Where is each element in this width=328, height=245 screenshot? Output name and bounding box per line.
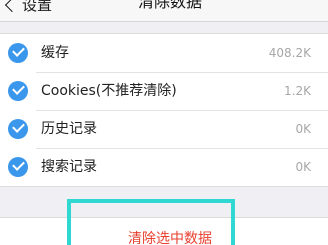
item-label: Cookies(不推荐清除) [41, 83, 177, 99]
item-size: 1.2K [284, 84, 311, 98]
item-size: 0K [295, 160, 311, 174]
list-item-cookies[interactable]: Cookies(不推荐清除) 1.2K [0, 72, 328, 110]
item-label: 搜索记录 [41, 159, 97, 175]
item-label: 历史记录 [41, 121, 97, 137]
page-title: 清除数据 [137, 0, 202, 11]
highlight-box [67, 199, 235, 245]
navigation-bar: 设置 清除数据 [0, 0, 328, 22]
item-label: 缓存 [41, 45, 69, 61]
item-size: 0K [295, 122, 311, 136]
checkmark-icon[interactable] [8, 157, 28, 177]
checkmark-icon[interactable] [8, 43, 28, 63]
data-type-list: 缓存 408.2K Cookies(不推荐清除) 1.2K 历史记录 0K 搜索… [0, 33, 328, 187]
checkmark-icon[interactable] [8, 119, 28, 139]
item-size: 408.2K [268, 46, 311, 60]
checkmark-icon[interactable] [8, 81, 28, 101]
list-item-history[interactable]: 历史记录 0K [0, 110, 328, 148]
list-item-cache[interactable]: 缓存 408.2K [0, 34, 328, 72]
list-item-search-history[interactable]: 搜索记录 0K [0, 148, 328, 186]
clear-data-screen: 设置 清除数据 缓存 408.2K Cookies(不推荐清除) 1.2K 历史… [0, 0, 328, 245]
